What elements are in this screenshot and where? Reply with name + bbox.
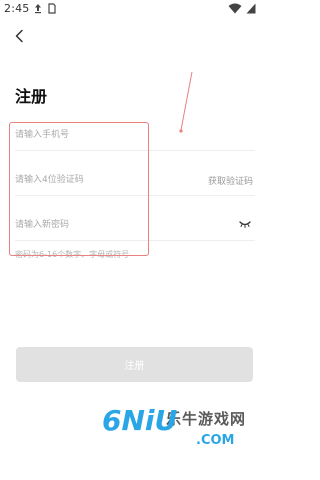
watermark-domain: .COM (196, 433, 235, 448)
battery-icon (246, 3, 256, 14)
chevron-left-icon (15, 29, 23, 43)
watermark-name: 乐牛游戏网 (166, 410, 247, 428)
status-time: 2:45 (4, 2, 30, 15)
sim-icon (48, 3, 56, 14)
annotation-arrow (179, 71, 193, 133)
get-code-button[interactable]: 获取验证码 (208, 174, 253, 187)
upload-icon (35, 4, 41, 14)
status-bar: 2:45 (0, 0, 270, 20)
watermark-logo: 6NiU (102, 404, 178, 437)
annotation-box (9, 122, 149, 256)
back-button[interactable] (8, 24, 32, 48)
watermark: 乐牛游戏网 6NiU .COM (100, 402, 260, 462)
page-title: 注册 (15, 87, 48, 106)
register-button[interactable]: 注册 (16, 347, 253, 382)
eye-closed-icon[interactable] (239, 220, 251, 228)
wifi-icon (228, 3, 242, 14)
